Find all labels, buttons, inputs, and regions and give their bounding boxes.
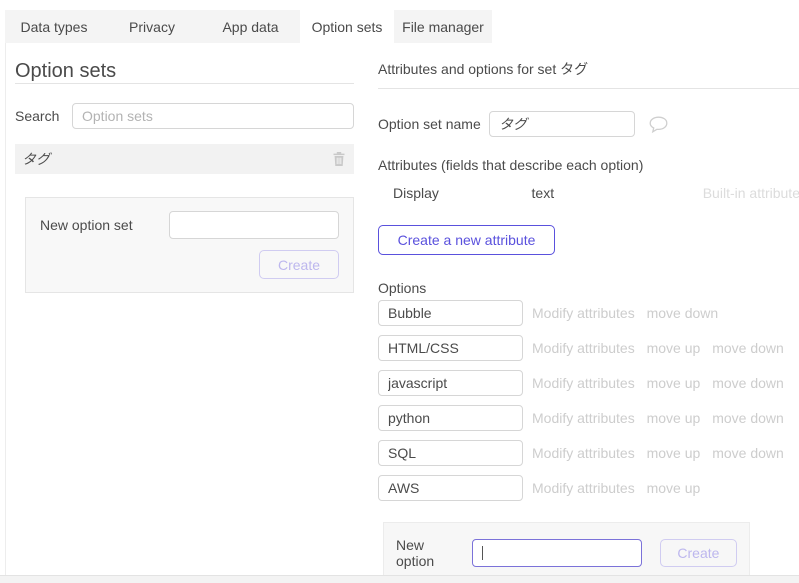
move-down-link[interactable]: move down <box>712 445 784 461</box>
option-value-input[interactable] <box>378 300 523 326</box>
attribute-type: text <box>531 185 555 201</box>
new-option-row: New option Create <box>396 537 737 569</box>
attributes-heading: Attributes (fields that describe each op… <box>378 157 644 173</box>
tab-file-manager[interactable]: File manager <box>394 10 492 43</box>
search-label: Search <box>15 108 60 124</box>
new-option-set-box: New option set Create <box>25 197 354 293</box>
option-set-detail-panel: Attributes and options for set タグ Option… <box>378 43 799 575</box>
option-value-input[interactable] <box>378 405 523 431</box>
option-actions: Modify attributes move up <box>532 480 700 496</box>
delete-option-set-icon trash-icon[interactable] <box>333 152 345 166</box>
detail-panel-title: Attributes and options for set タグ <box>378 61 589 77</box>
option-row: Modify attributes move up <box>378 475 799 501</box>
option-actions: Modify attributes move up move down <box>532 340 784 356</box>
move-up-link[interactable]: move up <box>647 375 701 391</box>
option-value-input[interactable] <box>378 440 523 466</box>
modify-attributes-link[interactable]: Modify attributes <box>532 305 635 321</box>
move-down-link[interactable]: move down <box>712 375 784 391</box>
option-actions: Modify attributes move up move down <box>532 445 784 461</box>
content-area: Option sets Search タグ <box>5 43 799 575</box>
option-actions: Modify attributes move up move down <box>532 410 784 426</box>
modify-attributes-link[interactable]: Modify attributes <box>532 375 635 391</box>
create-attribute-button[interactable]: Create a new attribute <box>378 225 555 255</box>
bottom-edge-strip <box>0 575 799 583</box>
new-option-set-actions: Create <box>40 250 339 279</box>
attribute-builtin-note: Built-in attribute <box>702 185 799 201</box>
search-input[interactable] <box>72 103 354 129</box>
page-title: Option sets <box>15 60 117 82</box>
move-up-link[interactable]: move up <box>647 410 701 426</box>
option-row: Modify attributes move up move down <box>378 370 799 396</box>
move-up-link[interactable]: move up <box>647 480 701 496</box>
option-set-name-input[interactable] <box>489 111 635 137</box>
option-actions: Modify attributes move down <box>532 305 718 321</box>
option-row: Modify attributes move up move down <box>378 405 799 431</box>
option-actions: Modify attributes move up move down <box>532 375 784 391</box>
new-option-input[interactable] <box>471 539 642 567</box>
move-up-link[interactable]: move up <box>647 340 701 356</box>
new-option-label: New option <box>396 537 435 569</box>
attribute-row: Display text Built-in attribute <box>378 185 799 201</box>
option-sets-list-panel: Option sets Search タグ <box>15 43 354 293</box>
modify-attributes-link[interactable]: Modify attributes <box>532 410 635 426</box>
comment-bubble-icon[interactable] <box>649 116 668 133</box>
option-row: Modify attributes move up move down <box>378 440 799 466</box>
tab-option-sets[interactable]: Option sets <box>300 10 394 43</box>
option-set-name: タグ <box>22 151 50 167</box>
new-option-set-input[interactable] <box>169 211 339 239</box>
search-row: Search <box>15 103 354 129</box>
option-set-name-label: Option set name <box>378 116 481 132</box>
option-row: Modify attributes move up move down <box>378 335 799 361</box>
text-caret <box>481 546 483 560</box>
options-heading: Options <box>378 280 427 296</box>
move-down-link[interactable]: move down <box>712 410 784 426</box>
option-sets-page: Data types Privacy App data Option sets … <box>0 0 799 583</box>
detail-panel-divider <box>378 88 799 89</box>
tab-privacy[interactable]: Privacy <box>103 10 201 43</box>
data-tabbar: Data types Privacy App data Option sets … <box>5 10 492 43</box>
modify-attributes-link[interactable]: Modify attributes <box>532 340 635 356</box>
option-row: Modify attributes move down <box>378 300 799 326</box>
move-up-link[interactable]: move up <box>647 445 701 461</box>
modify-attributes-link[interactable]: Modify attributes <box>532 480 635 496</box>
move-down-link[interactable]: move down <box>712 340 784 356</box>
create-option-button[interactable]: Create <box>659 539 737 567</box>
attribute-name: Display <box>393 185 439 201</box>
create-option-set-button[interactable]: Create <box>259 250 339 279</box>
option-value-input[interactable] <box>378 335 523 361</box>
new-option-input-wrap <box>471 539 642 567</box>
modify-attributes-link[interactable]: Modify attributes <box>532 445 635 461</box>
option-value-input[interactable] <box>378 475 523 501</box>
new-option-set-row: New option set <box>40 211 339 239</box>
new-option-set-label: New option set <box>40 217 133 233</box>
move-down-link[interactable]: move down <box>647 305 719 321</box>
tab-data-types[interactable]: Data types <box>5 10 103 43</box>
option-set-name-row: Option set name <box>378 111 799 137</box>
option-value-input[interactable] <box>378 370 523 396</box>
tab-app-data[interactable]: App data <box>201 10 300 43</box>
option-set-list-item[interactable]: タグ <box>15 144 354 174</box>
left-panel-divider <box>15 83 354 84</box>
new-option-box: New option Create <box>383 522 750 575</box>
